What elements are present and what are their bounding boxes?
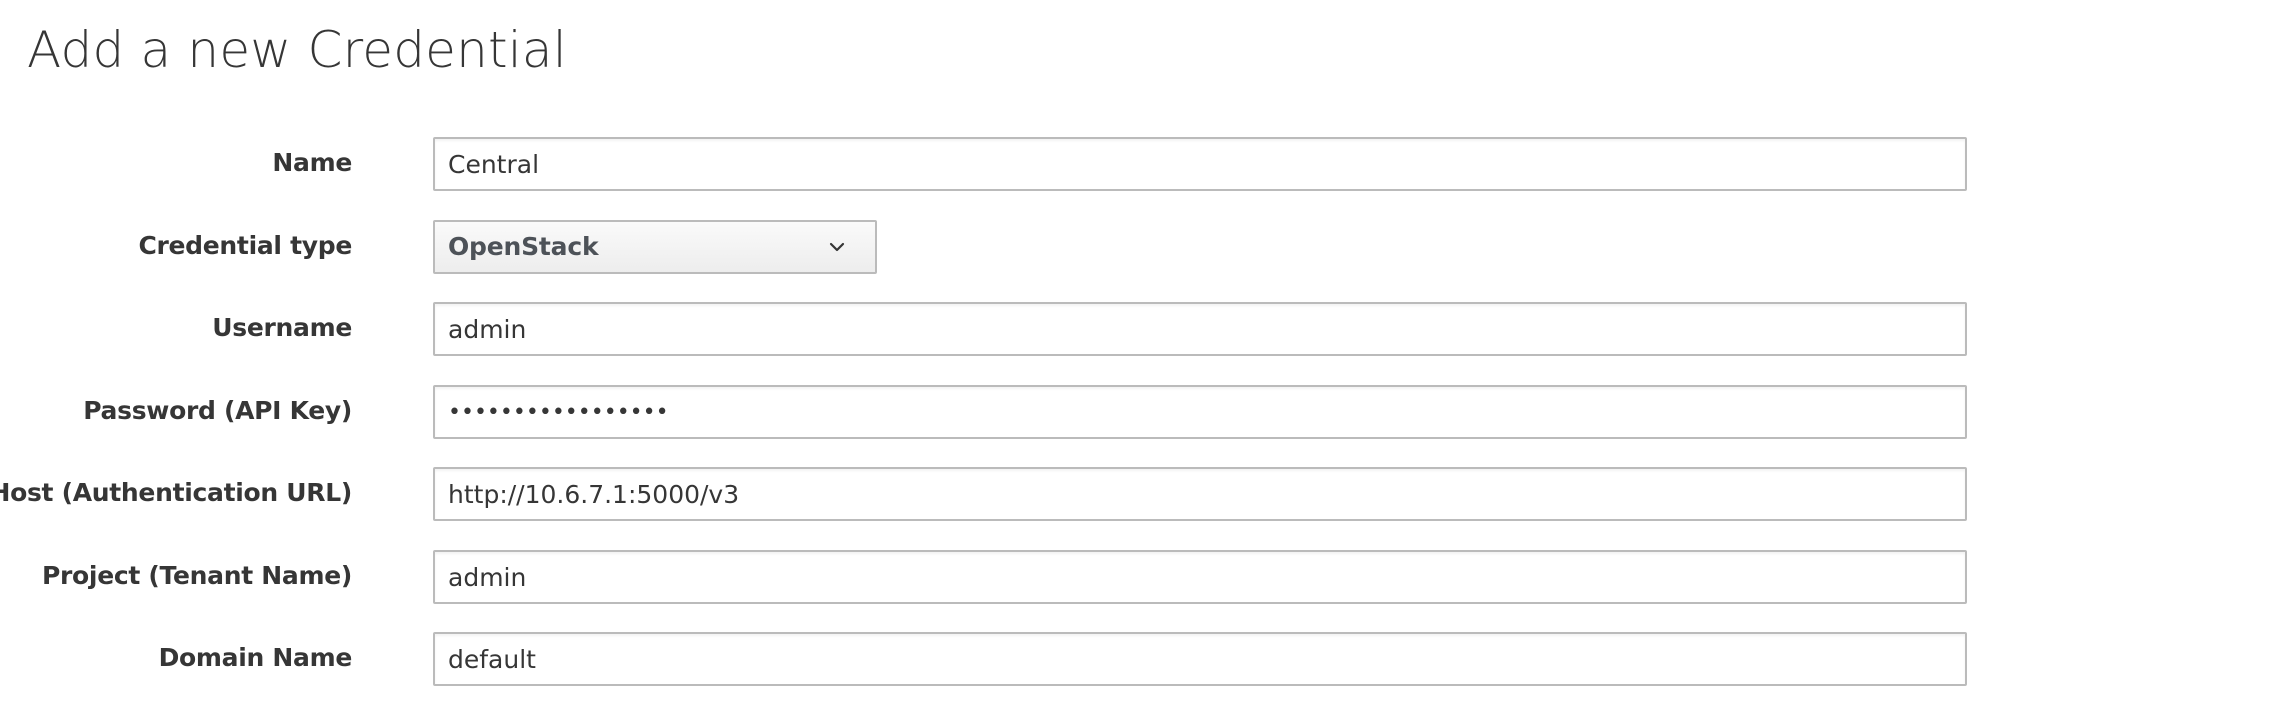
name-field-wrapper <box>433 137 1967 191</box>
host-field-wrapper <box>433 467 1967 521</box>
domain-input[interactable] <box>435 634 1965 684</box>
password-field-wrapper <box>433 385 1967 439</box>
domain-label: Domain Name <box>158 643 353 672</box>
name-input[interactable] <box>435 139 1965 189</box>
host-input[interactable] <box>435 469 1965 519</box>
password-input[interactable] <box>435 387 1965 437</box>
chevron-down-icon <box>829 242 845 252</box>
domain-row: Domain Name <box>0 632 2000 686</box>
domain-field-wrapper <box>433 632 1967 686</box>
host-label: Host (Authentication URL) <box>0 478 352 507</box>
username-row: Username <box>0 302 2000 356</box>
credential-type-select[interactable]: OpenStack <box>433 220 877 274</box>
credential-type-value: OpenStack <box>448 232 599 261</box>
name-row: Name <box>0 137 2000 191</box>
project-input[interactable] <box>435 552 1965 602</box>
password-row: Password (API Key) <box>0 385 2000 439</box>
username-label: Username <box>212 313 352 342</box>
credential-type-label: Credential type <box>138 231 352 260</box>
host-row: Host (Authentication URL) <box>0 467 2000 521</box>
credential-type-row: Credential type OpenStack <box>0 220 2000 274</box>
project-field-wrapper <box>433 550 1967 604</box>
username-input[interactable] <box>435 304 1965 354</box>
name-label: Name <box>272 148 352 177</box>
project-row: Project (Tenant Name) <box>0 550 2000 604</box>
username-field-wrapper <box>433 302 1967 356</box>
credential-form: Name Credential type OpenStack Username … <box>0 0 2270 706</box>
project-label: Project (Tenant Name) <box>42 561 352 590</box>
password-label: Password (API Key) <box>83 396 352 425</box>
